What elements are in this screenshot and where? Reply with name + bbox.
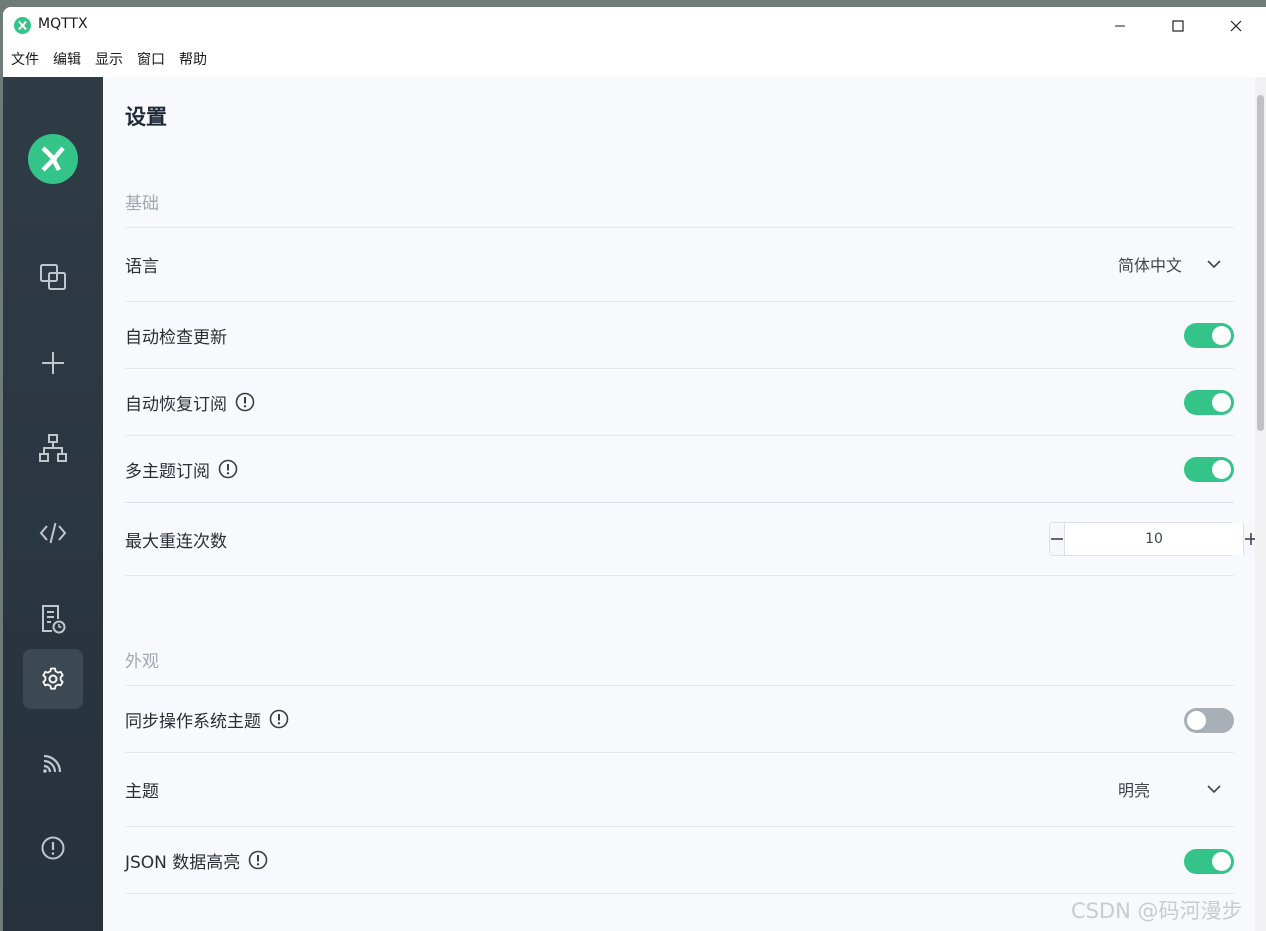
setting-auto-resub-row: 自动恢复订阅: [125, 368, 1234, 435]
setting-sync-os-theme-label: 同步操作系统主题: [125, 686, 289, 752]
multi-topic-toggle[interactable]: [1184, 457, 1234, 482]
app-window: MQTTX 文件 编辑 显示 窗口 帮助 设置 基础 语言 简体中文 自动检查更…: [3, 7, 1266, 931]
setting-auto-resub-text: 自动恢复订阅: [125, 394, 227, 415]
setting-theme-row: 主题 明亮: [125, 752, 1234, 826]
setting-json-highlight-row: JSON 数据高亮: [125, 826, 1234, 893]
menu-help[interactable]: 帮助: [172, 44, 214, 77]
scrollbar-thumb[interactable]: [1257, 95, 1264, 431]
watermark: CSDN @码河漫步: [1071, 899, 1243, 923]
copy-icon: [40, 264, 66, 290]
window-title: MQTTX: [38, 16, 88, 32]
setting-max-reconnect-label: 最大重连次数: [125, 532, 227, 552]
json-highlight-toggle[interactable]: [1184, 849, 1234, 874]
code-icon: [39, 522, 67, 544]
info-icon[interactable]: [235, 392, 255, 412]
max-reconnect-stepper: [1049, 522, 1258, 556]
menu-view[interactable]: 显示: [88, 44, 130, 77]
log-icon: [42, 605, 66, 634]
menu-bar: 文件 编辑 显示 窗口 帮助: [3, 44, 1266, 77]
setting-json-highlight-label: JSON 数据高亮: [125, 827, 268, 893]
menu-file[interactable]: 文件: [3, 44, 46, 77]
page-title: 设置: [125, 105, 167, 129]
sidebar: [3, 77, 103, 931]
vertical-scrollbar[interactable]: [1255, 77, 1266, 931]
setting-multi-topic-label: 多主题订阅: [125, 436, 238, 502]
settings-page: 设置 基础 语言 简体中文 自动检查更新 自动恢复订阅 多主题订阅 最大重连次数…: [103, 77, 1258, 931]
gear-icon: [42, 667, 64, 690]
auto-resub-toggle[interactable]: [1184, 390, 1234, 415]
setting-auto-check-row: 自动检查更新: [125, 301, 1234, 368]
chevron-down-icon: [1207, 785, 1221, 794]
setting-multi-topic-text: 多主题订阅: [125, 461, 210, 482]
setting-language-label: 语言: [125, 257, 159, 277]
title-bar: MQTTX: [3, 7, 1266, 44]
sidebar-item-topology[interactable]: [23, 418, 83, 478]
divider: [125, 893, 1234, 894]
sidebar-item-script[interactable]: [23, 503, 83, 563]
sitemap-icon: [39, 434, 67, 462]
sidebar-item-connections[interactable]: [23, 247, 83, 307]
mqttx-logo-icon: [28, 134, 78, 184]
setting-auto-resub-label: 自动恢复订阅: [125, 369, 255, 435]
theme-select-value: 明亮: [1118, 781, 1151, 800]
section-appearance-title: 外观: [125, 652, 159, 672]
setting-multi-topic-row: 多主题订阅: [125, 435, 1234, 502]
menu-edit[interactable]: 编辑: [46, 44, 88, 77]
setting-auto-check-label: 自动检查更新: [125, 327, 227, 348]
info-icon: [41, 836, 65, 860]
auto-check-toggle[interactable]: [1184, 323, 1234, 348]
close-button[interactable]: [1207, 7, 1265, 44]
sidebar-item-new[interactable]: [23, 333, 83, 393]
setting-language-row: 语言 简体中文: [125, 227, 1234, 301]
setting-theme-label: 主题: [125, 782, 159, 802]
info-icon[interactable]: [218, 459, 238, 479]
app-logo-icon: [14, 17, 31, 34]
divider: [125, 575, 1234, 576]
language-select-value: 简体中文: [1118, 256, 1183, 275]
language-select[interactable]: 简体中文: [1084, 247, 1234, 281]
info-icon[interactable]: [248, 850, 268, 870]
minus-icon: [1051, 538, 1063, 540]
sync-os-theme-toggle[interactable]: [1184, 708, 1234, 733]
sidebar-item-settings[interactable]: [23, 649, 83, 709]
section-basic-title: 基础: [125, 194, 159, 214]
minimize-button[interactable]: [1091, 7, 1149, 44]
theme-select[interactable]: 明亮: [1084, 772, 1234, 806]
sidebar-item-about[interactable]: [23, 818, 83, 878]
chevron-down-icon: [1207, 260, 1221, 269]
setting-max-reconnect-row: 最大重连次数: [125, 502, 1258, 576]
setting-json-highlight-text: JSON 数据高亮: [125, 852, 241, 873]
info-icon[interactable]: [269, 709, 289, 729]
plus-icon: [42, 352, 64, 374]
decrement-button[interactable]: [1050, 523, 1065, 555]
setting-sync-os-theme-row: 同步操作系统主题: [125, 685, 1234, 752]
setting-sync-os-theme-text: 同步操作系统主题: [125, 711, 261, 732]
sidebar-item-log[interactable]: [23, 589, 83, 649]
menu-window[interactable]: 窗口: [130, 44, 172, 77]
sidebar-item-subscriptions[interactable]: [23, 733, 83, 793]
max-reconnect-input[interactable]: [1065, 523, 1243, 555]
feed-icon: [43, 754, 62, 773]
maximize-button[interactable]: [1149, 7, 1207, 44]
